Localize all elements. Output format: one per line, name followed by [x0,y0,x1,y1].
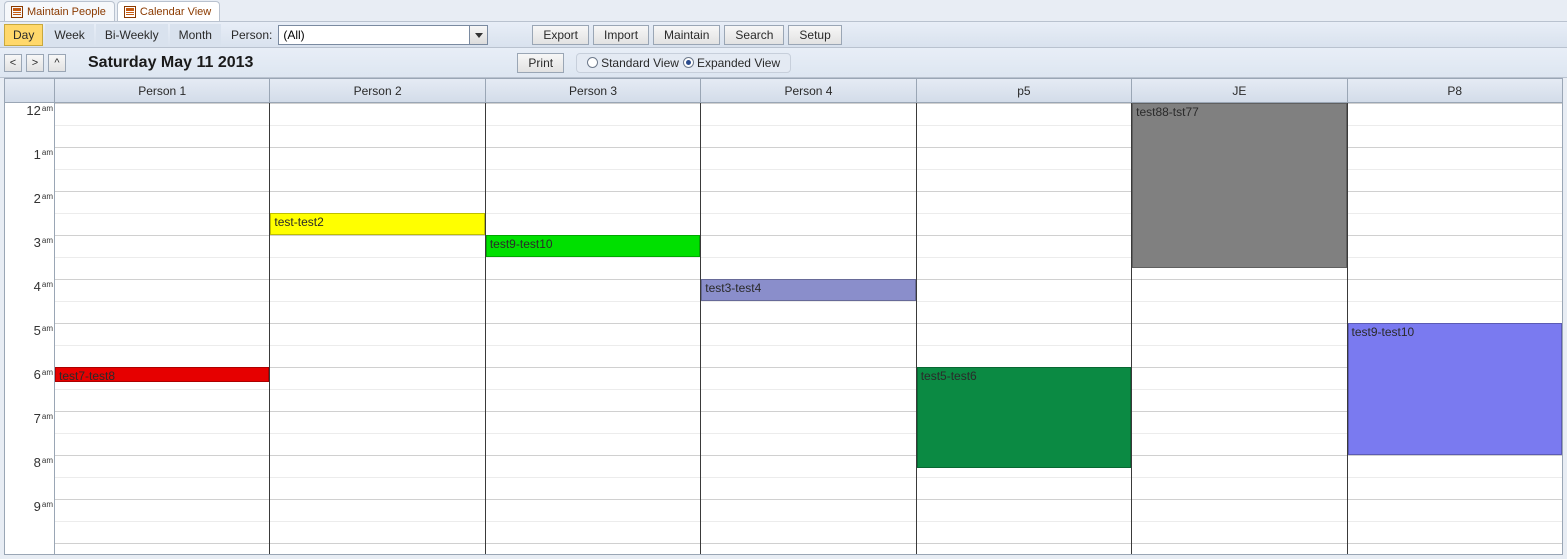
date-title: Saturday May 11 2013 [88,54,253,72]
radio-expanded-view[interactable]: Expanded View [683,56,780,70]
column-headers: Person 1Person 2Person 3Person 4p5JEP8 [5,79,1562,103]
maintain-button[interactable]: Maintain [653,25,720,45]
subbar: < > ^ Saturday May 11 2013 Print Standar… [0,48,1567,78]
grid-column[interactable]: test9-test10 [486,103,701,554]
grid-column[interactable]: test9-test10 [1348,103,1562,554]
grid-columns: test7-test8test-test2test9-test10test3-t… [55,103,1562,554]
radio-label: Standard View [601,56,679,70]
calendar-event[interactable]: test88-tst77 [1132,103,1346,268]
view-tab-week[interactable]: Week [45,24,93,46]
hour-label: 12am [5,103,55,118]
chevron-down-icon[interactable] [469,26,487,44]
hour-label: 9am [5,499,55,514]
column-header[interactable]: Person 1 [55,79,270,102]
column-header[interactable]: p5 [917,79,1132,102]
view-mode-group: Standard View Expanded View [576,53,791,73]
form-icon [124,6,136,18]
grid-column[interactable]: test88-tst77 [1132,103,1347,554]
grid-column[interactable]: test5-test6 [917,103,1132,554]
column-header[interactable]: Person 2 [270,79,485,102]
hour-label: 7am [5,411,55,426]
calendar-event[interactable]: test3-test4 [701,279,915,301]
print-button[interactable]: Print [517,53,564,73]
hour-label: 2am [5,191,55,206]
hour-label: 6am [5,367,55,382]
export-button[interactable]: Export [532,25,589,45]
radio-standard-view[interactable]: Standard View [587,56,679,70]
hour-label: 4am [5,279,55,294]
calendar: Person 1Person 2Person 3Person 4p5JEP8 1… [4,78,1563,555]
view-tab-biweekly[interactable]: Bi-Weekly [96,24,168,46]
search-button[interactable]: Search [724,25,784,45]
calendar-event[interactable]: test-test2 [270,213,484,235]
tab-maintain-people[interactable]: Maintain People [4,1,115,21]
tab-label: Maintain People [27,6,106,18]
person-label: Person: [231,28,272,42]
radio-label: Expanded View [697,56,780,70]
setup-button[interactable]: Setup [788,25,841,45]
toolbar: Day Week Bi-Weekly Month Person: Export … [0,22,1567,48]
column-header[interactable]: P8 [1348,79,1562,102]
hour-label: 8am [5,455,55,470]
app-root: Maintain People Calendar View Day Week B… [0,0,1567,559]
tab-calendar-view[interactable]: Calendar View [117,1,220,21]
hour-label: 1am [5,147,55,162]
calendar-grid[interactable]: 12am 1am 2am 3am 4am 5am 6am 7am 8am 9am test7-te… [5,103,1562,554]
import-button[interactable]: Import [593,25,649,45]
hour-label: 5am [5,323,55,338]
view-tab-month[interactable]: Month [170,24,221,46]
radio-icon [683,57,694,68]
column-header[interactable]: Person 4 [701,79,916,102]
calendar-event[interactable]: test5-test6 [917,367,1131,468]
time-gutter-header [5,79,55,102]
person-input[interactable] [279,26,469,44]
calendar-event[interactable]: test9-test10 [486,235,700,257]
nav-prev-button[interactable]: < [4,54,22,72]
nav-next-button[interactable]: > [26,54,44,72]
grid-column[interactable]: test7-test8 [55,103,270,554]
nav-up-button[interactable]: ^ [48,54,66,72]
column-header[interactable]: JE [1132,79,1347,102]
tab-label: Calendar View [140,6,211,18]
calendar-event[interactable]: test9-test10 [1348,323,1562,455]
document-tabs: Maintain People Calendar View [0,0,1567,22]
hour-label: 3am [5,235,55,250]
column-header[interactable]: Person 3 [486,79,701,102]
view-tab-day[interactable]: Day [4,24,43,46]
grid-column[interactable]: test3-test4 [701,103,916,554]
calendar-event[interactable]: test7-test8 [55,367,269,382]
form-icon [11,6,23,18]
grid-column[interactable]: test-test2 [270,103,485,554]
time-gutter: 12am 1am 2am 3am 4am 5am 6am 7am 8am 9am [5,103,55,554]
person-combo[interactable] [278,25,488,45]
radio-icon [587,57,598,68]
